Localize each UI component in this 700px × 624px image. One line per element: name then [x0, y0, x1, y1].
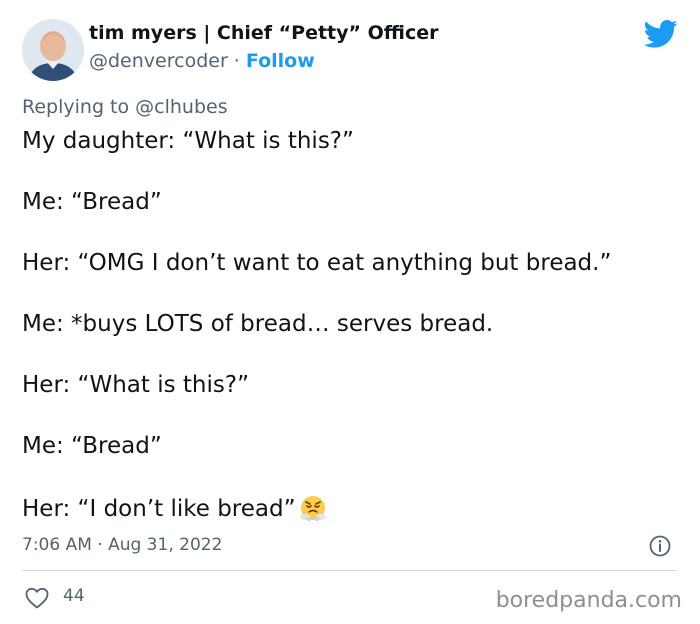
steam-from-nose-face-emoji-icon — [299, 496, 326, 521]
tweet-line-last: Her: “I don’t like bread” — [22, 492, 328, 524]
info-icon[interactable] — [649, 535, 671, 557]
tweet-line: Me: “Bread” — [22, 189, 162, 215]
avatar-photo — [22, 19, 84, 81]
tweet-line: Me: *buys LOTS of bread… serves bread. — [22, 311, 494, 337]
tweet-line: Her: “What is this?” — [22, 372, 249, 398]
tweet-line: Her: “OMG I don’t want to eat anything b… — [22, 250, 612, 276]
handle-separator: · — [227, 50, 246, 72]
avatar[interactable] — [22, 19, 84, 81]
tweet-line: Me: “Bread” — [22, 433, 162, 459]
divider — [22, 570, 677, 571]
heart-icon[interactable] — [25, 587, 49, 609]
author-display-name[interactable]: tim myers | Chief “Petty” Officer — [89, 22, 439, 44]
like-count: 44 — [63, 586, 85, 606]
watermark: boredpanda.com — [495, 588, 682, 613]
replying-to[interactable]: Replying to @clhubes — [22, 96, 228, 118]
twitter-bird-icon[interactable] — [644, 19, 678, 49]
tweet-line-text: Her: “I don’t like bread” — [22, 496, 296, 522]
follow-button[interactable]: Follow — [246, 50, 315, 72]
tweet-card: tim myers | Chief “Petty” Officer @denve… — [0, 0, 700, 624]
author-handle-line: @denvercoder · Follow — [89, 50, 315, 72]
tweet-line: My daughter: “What is this?” — [22, 128, 354, 154]
tweet-timestamp[interactable]: 7:06 AM · Aug 31, 2022 — [22, 535, 222, 555]
author-handle[interactable]: @denvercoder — [89, 50, 228, 72]
